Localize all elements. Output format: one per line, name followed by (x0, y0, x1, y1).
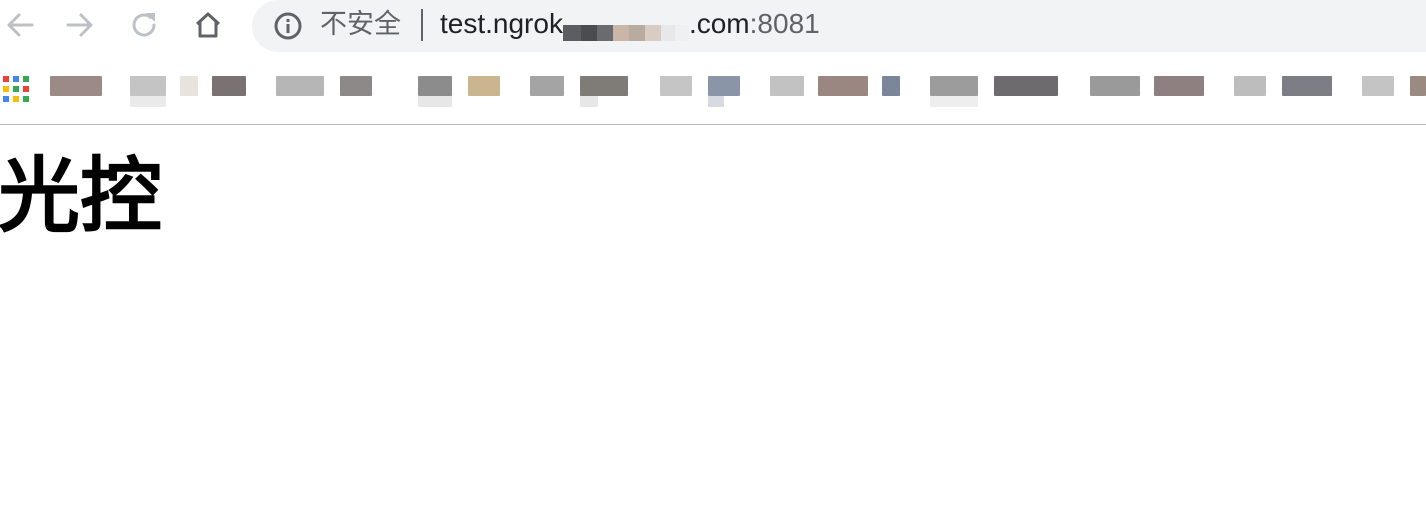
url-text[interactable]: test.ngrok .com:8081 (440, 7, 820, 41)
apps-grid-icon[interactable] (3, 76, 30, 103)
blurred-bookmark[interactable] (180, 76, 198, 96)
blurred-bookmark[interactable] (130, 76, 166, 96)
blurred-bookmark[interactable] (276, 76, 324, 96)
redacted-url-segment (562, 15, 689, 41)
forward-button[interactable] (60, 5, 100, 45)
blurred-bookmark[interactable] (340, 76, 372, 96)
back-button[interactable] (0, 5, 40, 45)
arrow-right-icon (66, 13, 93, 37)
blurred-bookmark[interactable] (1234, 76, 1266, 96)
blurred-bookmark-reflection (708, 96, 724, 107)
apps-dot (23, 76, 29, 82)
blurred-bookmark[interactable] (818, 76, 868, 96)
blurred-bookmark[interactable] (580, 76, 628, 96)
apps-dot (3, 76, 9, 82)
apps-dot (3, 96, 9, 102)
browser-toolbar: 不安全 test.ngrok .com:8081 (0, 0, 1426, 52)
blurred-bookmark[interactable] (50, 76, 102, 96)
bookmarks-bar-border (0, 124, 1426, 125)
home-icon (195, 12, 221, 38)
blurred-bookmark-reflection (930, 96, 978, 107)
home-button[interactable] (188, 5, 228, 45)
page-title: 光控 (0, 149, 163, 244)
blurred-bookmark[interactable] (468, 76, 500, 96)
security-status-label[interactable]: 不安全 (320, 8, 401, 42)
blurred-bookmark[interactable] (882, 76, 900, 96)
arrow-left-icon (7, 13, 34, 37)
blurred-bookmark[interactable] (660, 76, 692, 96)
address-bar[interactable] (252, 0, 1426, 52)
url-host-suffix: .com (688, 8, 750, 39)
blurred-bookmark[interactable] (1154, 76, 1204, 96)
omnibox-divider (421, 9, 423, 41)
apps-dot (23, 96, 29, 102)
blurred-bookmark[interactable] (1362, 76, 1394, 96)
blurred-bookmark[interactable] (708, 76, 740, 96)
apps-dot (23, 86, 29, 92)
apps-dot (3, 86, 9, 92)
apps-dot (13, 76, 19, 82)
blurred-bookmark[interactable] (212, 76, 246, 96)
url-host-prefix: test.ngrok (440, 8, 563, 39)
blurred-bookmark[interactable] (530, 76, 564, 96)
blurred-bookmark[interactable] (770, 76, 804, 96)
blurred-bookmark[interactable] (1410, 76, 1426, 96)
apps-dot (13, 86, 19, 92)
reload-icon (132, 13, 156, 37)
blurred-bookmark[interactable] (994, 76, 1058, 96)
blurred-bookmark-reflection (130, 96, 166, 107)
blurred-bookmark[interactable] (930, 76, 978, 96)
reload-button[interactable] (124, 5, 164, 45)
blurred-bookmark[interactable] (1090, 76, 1140, 96)
blurred-bookmark[interactable] (418, 76, 452, 96)
apps-dot (13, 96, 19, 102)
url-port: :8081 (749, 8, 820, 39)
blurred-bookmark-reflection (580, 96, 598, 107)
info-circle-icon[interactable] (272, 10, 304, 42)
blurred-bookmark[interactable] (1282, 76, 1332, 96)
blurred-bookmark-reflection (418, 96, 452, 107)
